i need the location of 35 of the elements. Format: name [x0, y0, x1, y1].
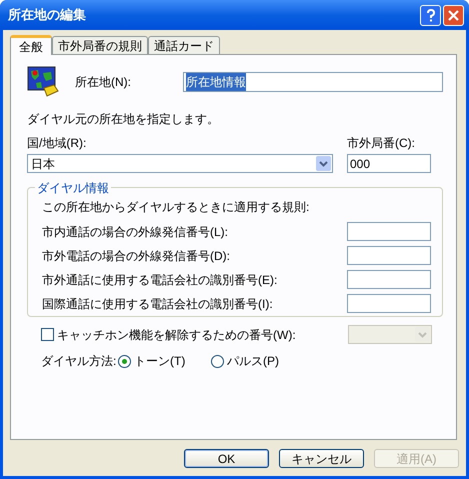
- tab[interactable]: 全般: [10, 35, 52, 55]
- dialog-button[interactable]: キャンセル: [279, 449, 364, 468]
- field-label: 市外通話に使用する電話会社の識別番号(E):: [42, 272, 278, 288]
- field-label: 市内通話の場合の外線発信番号(L):: [42, 224, 229, 240]
- map-phone-icon: [27, 66, 59, 98]
- dialog-button[interactable]: OK: [184, 449, 269, 468]
- field-label: 市外電話の場合の外線発信番号(D):: [42, 248, 231, 264]
- close-icon: [448, 10, 459, 20]
- field-label: 国際通話に使用する電話会社の識別番号(I):: [42, 296, 274, 312]
- country-combobox[interactable]: 日本: [27, 154, 333, 173]
- area-code-label: 市外局番(C):: [347, 135, 416, 152]
- radio-button[interactable]: [211, 354, 224, 368]
- location-field[interactable]: 所在地情報: [183, 72, 443, 92]
- help-icon: [426, 8, 436, 22]
- close-button[interactable]: [443, 4, 464, 26]
- input-field[interactable]: [347, 246, 431, 265]
- tab[interactable]: 市外局番の規則: [52, 36, 148, 54]
- window-title: 所在地の編集: [8, 6, 87, 24]
- call-waiting-checkbox[interactable]: [41, 328, 54, 341]
- call-waiting-label: キャッチホン機能を解除するための番号(W):: [57, 326, 297, 344]
- description-text: ダイヤル元の所在地を指定します。: [27, 111, 220, 128]
- group-description: この所在地からダイヤルするときに適用する規則:: [42, 199, 310, 216]
- input-field[interactable]: [347, 222, 431, 241]
- radio-button[interactable]: [118, 354, 131, 368]
- radio-label: パルス(P): [227, 353, 279, 370]
- group-title: ダイヤル情報: [35, 179, 111, 197]
- location-label: 所在地(N):: [75, 74, 132, 91]
- area-code-field[interactable]: 000: [347, 154, 431, 173]
- dial-method-label: ダイヤル方法:: [41, 353, 118, 370]
- input-field[interactable]: [347, 270, 431, 289]
- tab[interactable]: 通話カード: [148, 36, 220, 54]
- input-field[interactable]: [347, 294, 431, 313]
- help-button[interactable]: [420, 4, 441, 26]
- country-label: 国/地域(R):: [27, 135, 88, 152]
- radio-label: トーン(T): [134, 353, 186, 370]
